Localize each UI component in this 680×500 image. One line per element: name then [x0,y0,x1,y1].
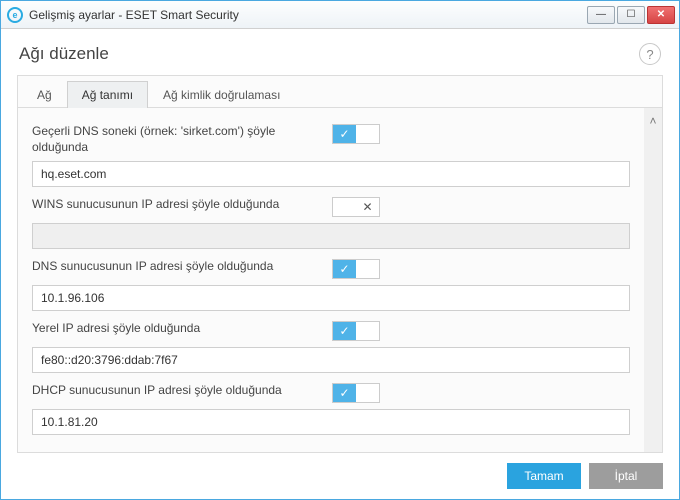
settings-panel: Ağ Ağ tanımı Ağ kimlik doğrulaması Geçer… [17,75,663,453]
tab-label: Ağ [37,88,52,102]
dhcp-ip-input-row [32,409,630,435]
app-icon: e [7,7,23,23]
close-button[interactable]: ✕ [647,6,675,24]
check-icon: ✓ [339,387,349,399]
dhcp-ip-toggle[interactable]: ✓ [332,383,380,403]
row-dns-ip: DNS sunucusunun IP adresi şöyle olduğund… [32,259,630,279]
check-icon: ✓ [339,263,349,275]
ok-label: Tamam [524,469,563,483]
scrollbar[interactable]: ˄ [644,108,662,452]
dns-suffix-toggle[interactable]: ✓ [332,124,380,144]
row-dns-suffix: Geçerli DNS soneki (örnek: 'sirket.com')… [32,124,630,155]
cross-icon: ✕ [362,201,372,213]
dns-ip-input[interactable] [32,285,630,311]
dns-suffix-label: Geçerli DNS soneki (örnek: 'sirket.com')… [32,124,332,155]
help-icon: ? [646,47,653,62]
dns-suffix-input[interactable] [32,161,630,187]
chevron-up-icon: ˄ [649,114,656,128]
window-button-group: — ☐ ✕ [587,6,675,24]
row-wins-ip: WINS sunucusunun IP adresi şöyle olduğun… [32,197,630,217]
local-ip-input-row [32,347,630,373]
check-icon: ✓ [339,128,349,140]
tab-content: Geçerli DNS soneki (örnek: 'sirket.com')… [18,108,644,452]
row-dhcp-ip: DHCP sunucusunun IP adresi şöyle olduğun… [32,383,630,403]
tab-label: Ağ tanımı [82,88,133,102]
dhcp-ip-label: DHCP sunucusunun IP adresi şöyle olduğun… [32,383,332,399]
maximize-button[interactable]: ☐ [617,6,645,24]
app-window: e Gelişmiş ayarlar - ESET Smart Security… [0,0,680,500]
titlebar: e Gelişmiş ayarlar - ESET Smart Security… [1,1,679,29]
local-ip-toggle[interactable]: ✓ [332,321,380,341]
window-title: Gelişmiş ayarlar - ESET Smart Security [29,8,587,22]
wins-ip-input-row [32,223,630,249]
local-ip-input[interactable] [32,347,630,373]
dialog-footer: Tamam İptal [1,453,679,499]
app-icon-letter: e [12,10,17,20]
ok-button[interactable]: Tamam [507,463,581,489]
dialog-header: Ağı düzenle ? [1,29,679,75]
wins-ip-label: WINS sunucusunun IP adresi şöyle olduğun… [32,197,332,213]
dns-suffix-input-row [32,161,630,187]
dns-ip-input-row [32,285,630,311]
tab-bar: Ağ Ağ tanımı Ağ kimlik doğrulaması [18,76,662,108]
content-wrap: Geçerli DNS soneki (örnek: 'sirket.com')… [18,108,662,452]
minimize-button[interactable]: — [587,6,615,24]
tab-network-definition[interactable]: Ağ tanımı [67,81,148,108]
wins-ip-toggle[interactable]: ✕ [332,197,380,217]
help-button[interactable]: ? [639,43,661,65]
dns-ip-label: DNS sunucusunun IP adresi şöyle olduğund… [32,259,332,275]
tab-network-auth[interactable]: Ağ kimlik doğrulaması [148,81,295,108]
dns-ip-toggle[interactable]: ✓ [332,259,380,279]
check-icon: ✓ [339,325,349,337]
cancel-label: İptal [615,469,638,483]
close-icon: ✕ [657,9,665,20]
row-local-ip: Yerel IP adresi şöyle olduğunda ✓ [32,321,630,341]
dhcp-ip-input[interactable] [32,409,630,435]
maximize-icon: ☐ [627,9,636,20]
page-title: Ağı düzenle [19,44,639,64]
cancel-button[interactable]: İptal [589,463,663,489]
local-ip-label: Yerel IP adresi şöyle olduğunda [32,321,332,337]
tab-network[interactable]: Ağ [22,81,67,108]
tab-label: Ağ kimlik doğrulaması [163,88,280,102]
minimize-icon: — [596,9,606,20]
wins-ip-input [32,223,630,249]
